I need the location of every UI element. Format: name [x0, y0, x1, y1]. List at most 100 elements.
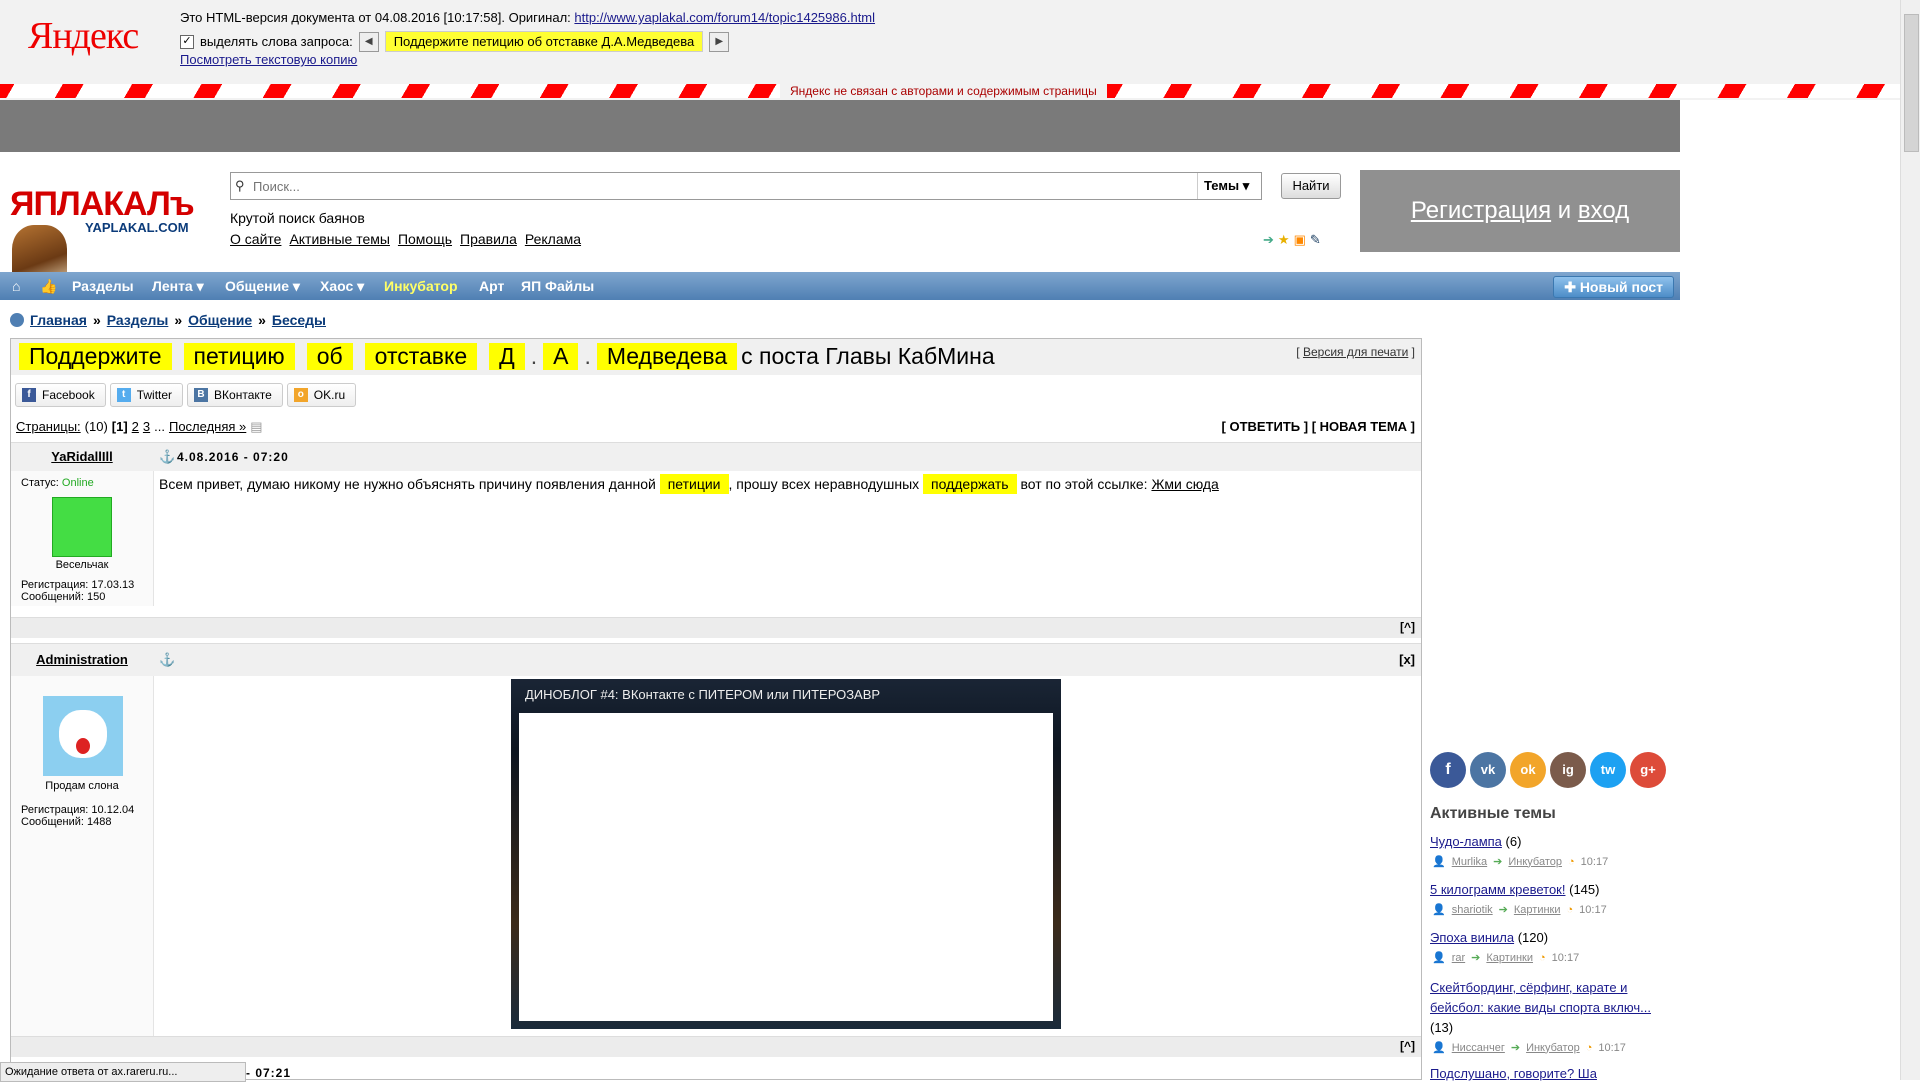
pen-icon[interactable]: ✎ — [1310, 232, 1321, 248]
active-topic-link[interactable]: Чудо-лампа — [1430, 834, 1502, 849]
post-header: Administration ⚓ [x] — [11, 643, 1421, 676]
user-avatar[interactable] — [43, 696, 123, 776]
user-avatar[interactable] — [52, 497, 112, 557]
browser-status-bar: Ожидание ответа от ax.rareru.ru... — [0, 1062, 246, 1082]
topic-section[interactable]: Инкубатор — [1508, 856, 1562, 868]
breadcrumb-home[interactable]: Главная — [30, 312, 87, 328]
link-rules[interactable]: Правила — [460, 231, 517, 247]
menu-art[interactable]: Арт — [479, 272, 504, 300]
menu-sections[interactable]: Разделы — [72, 272, 134, 300]
share-facebook[interactable]: f Facebook — [15, 383, 106, 407]
pages-label[interactable]: Страницы: — [16, 419, 81, 435]
page-link[interactable]: 3 — [143, 419, 150, 435]
search-hint: Крутой поиск баянов — [230, 210, 365, 226]
post-author[interactable]: YaRidallIll — [11, 443, 153, 471]
login-link[interactable]: вход — [1578, 197, 1629, 224]
page-jump-icon[interactable]: ▤ — [250, 419, 262, 435]
site-logo[interactable]: ЯПЛАКАЛъ YAPLAKAL.COM — [10, 185, 210, 285]
clock-icon: ◔ — [1539, 951, 1546, 964]
active-topic: Скейтбординг, сёрфинг, карате и бейсбол:… — [1430, 978, 1670, 1038]
pages-count: (10) — [84, 419, 108, 434]
active-topic-link[interactable]: 5 килограмм креветок! — [1430, 882, 1565, 897]
vk-icon[interactable]: vk — [1470, 752, 1506, 788]
page-scrollbar[interactable] — [1900, 0, 1920, 1080]
new-post-button[interactable]: ✚ Новый пост — [1553, 276, 1674, 298]
breadcrumb-communication[interactable]: Общение — [188, 312, 252, 328]
post-footer: [^] — [11, 617, 1421, 638]
link-help[interactable]: Помощь — [398, 231, 452, 247]
search-button[interactable]: Найти — [1281, 173, 1341, 199]
to-top-button[interactable]: [^] — [1400, 620, 1415, 634]
search-input[interactable] — [251, 176, 1155, 196]
active-topic-link[interactable]: Эпоха винила — [1430, 930, 1514, 945]
user-rank: Продам слона — [45, 780, 119, 792]
scrollbar-thumb[interactable] — [1904, 14, 1919, 152]
video-player[interactable]: ДИНОБЛОГ #4: ВКонтакте с ПИТЕРОМ или ПИТ… — [511, 679, 1061, 1029]
original-url-link[interactable]: http://www.yaplakal.com/forum14/topic142… — [574, 10, 875, 25]
highlight-checkbox[interactable]: ✓ — [180, 34, 194, 49]
star-icon[interactable]: ★ — [1278, 232, 1290, 248]
highlight-label: выделять слова запроса: — [200, 34, 353, 49]
twitter-icon[interactable]: tw — [1590, 752, 1626, 788]
topic-user[interactable]: rar — [1452, 952, 1465, 964]
breadcrumb-sections[interactable]: Разделы — [107, 312, 169, 328]
rss-icon[interactable]: ▣ — [1294, 232, 1306, 248]
menu-chaos[interactable]: Хаос ▾ — [320, 272, 364, 300]
link-ads[interactable]: Реклама — [525, 231, 581, 247]
topic-section[interactable]: Картинки — [1514, 904, 1561, 916]
menu-communication[interactable]: Общение ▾ — [225, 272, 300, 300]
breadcrumb-talks[interactable]: Беседы — [272, 312, 326, 328]
thumbs-up-icon[interactable]: 👍 — [40, 272, 57, 300]
instagram-icon[interactable]: ig — [1550, 752, 1586, 788]
active-topics-title: Активные темы — [1430, 805, 1556, 822]
topic-user[interactable]: Ниссанчег — [1452, 1042, 1505, 1054]
close-post-button[interactable]: [x] — [1399, 652, 1415, 667]
home-icon[interactable]: ⌂ — [12, 272, 20, 300]
post-text: Всем привет, думаю никому не нужно объяс… — [159, 474, 1219, 494]
menu-files[interactable]: ЯП Файлы — [521, 272, 594, 300]
prev-match-button[interactable]: ◀ — [358, 31, 379, 52]
menu-feed[interactable]: Лента ▾ — [152, 272, 204, 300]
topic-user[interactable]: Murlika — [1452, 856, 1487, 868]
yandex-logo[interactable]: Яндекс — [28, 14, 139, 58]
post-link[interactable]: Жми сюда — [1151, 476, 1218, 492]
topic-section[interactable]: Инкубатор — [1526, 1042, 1580, 1054]
active-topic: 5 килограмм креветок! (145) — [1430, 882, 1670, 897]
search-scope-select[interactable]: Темы ▾ — [1197, 173, 1261, 199]
topic-user[interactable]: shariotik — [1452, 904, 1493, 916]
next-match-button[interactable]: ▶ — [709, 31, 730, 52]
topic-section[interactable]: Картинки — [1486, 952, 1533, 964]
active-topic-link[interactable]: Скейтбординг, сёрфинг, карате и бейсбол:… — [1430, 980, 1651, 1015]
text-copy-link[interactable]: Посмотреть текстовую копию — [180, 52, 357, 67]
link-active-topics[interactable]: Активные темы — [289, 231, 390, 247]
topic-time: 10:17 — [1580, 855, 1609, 868]
share-vkontakte[interactable]: B ВКонтакте — [187, 383, 283, 407]
share-ok[interactable]: o OK.ru — [286, 383, 357, 407]
link-about[interactable]: О сайте — [230, 231, 281, 247]
to-top-button[interactable]: [^] — [1400, 1039, 1415, 1053]
menu-incubator[interactable]: Инкубатор — [384, 272, 458, 300]
post-author[interactable]: Administration — [11, 644, 153, 676]
reply-links[interactable]: [ ОТВЕТИТЬ ] [ НОВАЯ ТЕМА ] — [1222, 419, 1415, 434]
user-icon: 👤 — [1432, 952, 1446, 964]
print-version-link[interactable]: Версия для печати — [1303, 345, 1408, 359]
query-words[interactable]: Поддержите петицию об отставке Д.А.Медве… — [384, 31, 704, 52]
share-twitter[interactable]: t Twitter — [109, 383, 184, 407]
register-link[interactable]: Регистрация — [1411, 197, 1551, 224]
video-screen[interactable] — [519, 713, 1053, 1021]
breadcrumb: Главная» Разделы» Общение» Беседы — [10, 312, 326, 328]
ok-icon[interactable]: ok — [1510, 752, 1546, 788]
google-plus-icon[interactable]: g+ — [1630, 752, 1666, 788]
clock-icon: ◔ — [1585, 1041, 1593, 1054]
page-last[interactable]: Последняя » — [169, 419, 246, 435]
anchor-icon[interactable]: ⚓ — [159, 449, 175, 465]
pagination: Страницы: (10) [1] 2 3 ... Последняя » ▤ — [16, 419, 263, 435]
facebook-icon[interactable]: f — [1430, 752, 1466, 788]
active-topic-link[interactable]: Подслушано, говорите? Ша — [1430, 1066, 1597, 1081]
login-arrow-icon[interactable]: ➔ — [1263, 232, 1274, 248]
video-title[interactable]: ДИНОБЛОГ #4: ВКонтакте с ПИТЕРОМ или ПИТ… — [525, 687, 880, 702]
cache-info-text: Это HTML-версия документа от 04.08.2016 … — [180, 10, 571, 25]
page-link[interactable]: 2 — [132, 419, 139, 435]
user-registration: Регистрация: 10.12.04 — [21, 804, 135, 816]
anchor-icon[interactable]: ⚓ — [159, 652, 175, 668]
